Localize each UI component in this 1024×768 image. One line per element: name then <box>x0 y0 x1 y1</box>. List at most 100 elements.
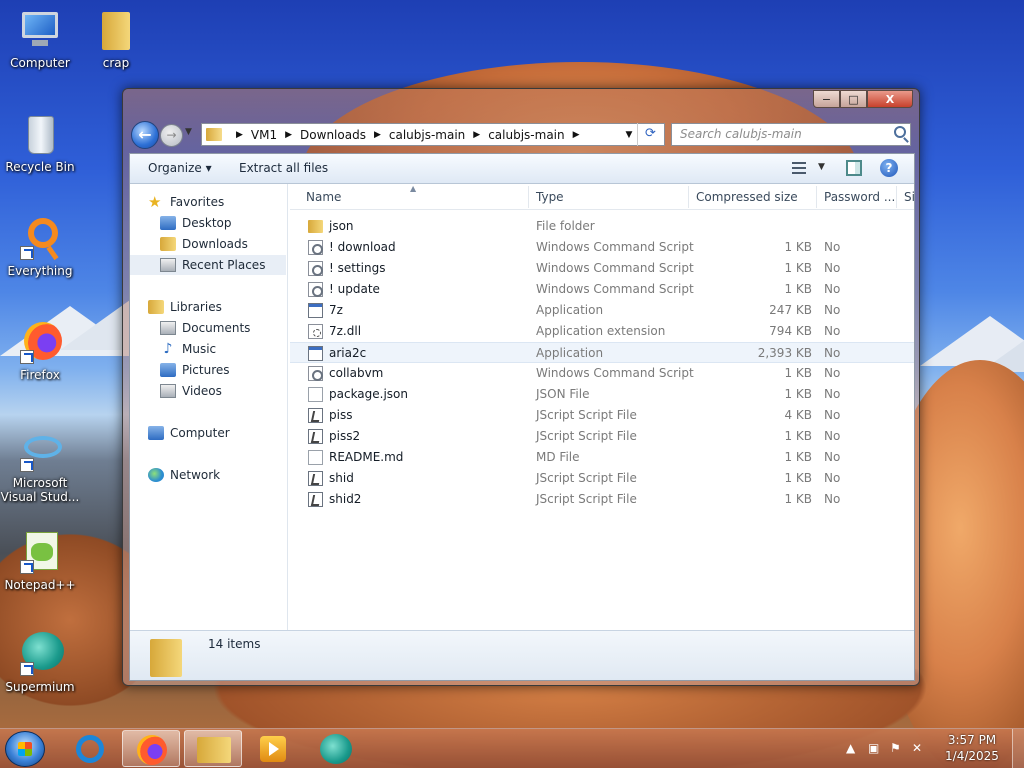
nav-item-desktop[interactable]: Desktop <box>160 213 232 233</box>
dll-file-icon <box>308 324 323 339</box>
nav-network[interactable]: Network <box>148 465 220 485</box>
chevron-right-icon[interactable]: ▶ <box>236 130 243 140</box>
navigation-bar: ← → ▼ ▶ VM1 ▶ Downloads ▶ calubjs-main ▶… <box>129 121 913 149</box>
file-name: package.json <box>329 387 409 401</box>
script-file-icon <box>308 366 323 381</box>
file-name: 7z <box>329 303 343 317</box>
close-button[interactable]: X <box>867 90 913 108</box>
computer-icon <box>148 426 164 440</box>
taskbar-app[interactable] <box>184 730 242 767</box>
file-name: 7z.dll <box>329 324 362 338</box>
explorer-window: − □ X ← → ▼ ▶ VM1 ▶ Downloads ▶ calubjs-… <box>122 88 920 686</box>
extract-all-files-button[interactable]: Extract all files <box>239 161 328 175</box>
file-type: JScript Script File <box>536 492 637 506</box>
desktop-icon-supermium[interactable]: Supermium <box>2 632 78 694</box>
desktop-icon-firefox[interactable]: Firefox <box>2 320 78 382</box>
action-center-flag-icon[interactable]: ⚑ <box>890 741 901 755</box>
desktop-icon-recycle-bin[interactable]: Recycle Bin <box>2 112 78 174</box>
desktop-icon-computer[interactable]: Computer <box>2 8 78 70</box>
preview-pane-icon[interactable] <box>846 160 862 176</box>
file-name: json <box>329 219 354 233</box>
file-type: Windows Command Script <box>536 366 694 380</box>
chevron-right-icon[interactable]: ▶ <box>374 130 381 140</box>
column-header-name[interactable]: Name <box>306 190 341 204</box>
desktop-icon-label: Supermium <box>5 680 75 694</box>
file-type: JScript Script File <box>536 471 637 485</box>
file-row[interactable]: shid JScript Script File 1 KB No <box>290 468 914 489</box>
nav-item-music[interactable]: ♪ Music <box>160 339 217 359</box>
show-desktop-button[interactable] <box>1012 729 1024 768</box>
taskbar-app[interactable] <box>244 730 302 767</box>
clock[interactable]: 3:57 PM 1/4/2025 <box>934 732 1010 764</box>
address-bar[interactable]: ▶ VM1 ▶ Downloads ▶ calubjs-main ▶ calub… <box>201 123 665 146</box>
file-row[interactable]: README.md MD File 1 KB No <box>290 447 914 468</box>
breadcrumb-vm1[interactable]: VM1 <box>251 128 277 142</box>
organize-button[interactable]: Organize ▾ <box>148 161 212 175</box>
chevron-right-icon[interactable]: ▶ <box>285 130 292 140</box>
file-row[interactable]: 7z Application 247 KB No <box>290 300 914 321</box>
chevron-right-icon[interactable]: ▶ <box>473 130 480 140</box>
nav-item-label: Pictures <box>182 363 230 377</box>
file-row[interactable]: shid2 JScript Script File 1 KB No <box>290 489 914 510</box>
start-button[interactable] <box>5 731 45 767</box>
nav-item-videos[interactable]: Videos <box>160 381 222 401</box>
nav-favorites[interactable]: ★ Favorites <box>148 192 224 212</box>
file-type: File folder <box>536 219 595 233</box>
libraries-icon <box>148 300 164 314</box>
taskbar-app[interactable] <box>306 730 364 767</box>
pictures-icon <box>160 363 176 377</box>
view-options-dropdown[interactable]: ▼ <box>818 162 825 172</box>
taskbar-app[interactable] <box>122 730 180 767</box>
back-button[interactable]: ← <box>131 121 159 149</box>
column-header-size[interactable]: Si <box>904 190 915 204</box>
file-row[interactable]: collabvm Windows Command Script 1 KB No <box>290 363 914 384</box>
forward-button[interactable]: → <box>160 124 183 147</box>
desktop-icon-crap[interactable]: crap <box>78 8 154 70</box>
file-row[interactable]: package.json JSON File 1 KB No <box>290 384 914 405</box>
minimize-button[interactable]: − <box>813 90 840 108</box>
desktop-icon-label: Recycle Bin <box>5 160 75 174</box>
column-header-type[interactable]: Type <box>536 190 564 204</box>
file-compressed-size: 1 KB <box>784 450 812 464</box>
speaker-muted-icon[interactable]: ✕ <box>912 741 922 755</box>
nav-libraries[interactable]: Libraries <box>148 297 222 317</box>
script-file-icon <box>308 282 323 297</box>
file-row[interactable]: aria2c Application 2,393 KB No <box>290 342 914 363</box>
taskbar-app[interactable] <box>62 730 120 767</box>
desktop-icon-notepad-plus-plus[interactable]: Notepad++ <box>2 530 78 592</box>
breadcrumb-downloads[interactable]: Downloads <box>300 128 366 142</box>
column-header-password[interactable]: Password ... <box>824 190 895 204</box>
maximize-button[interactable]: □ <box>840 90 867 108</box>
file-row[interactable]: ! update Windows Command Script 1 KB No <box>290 279 914 300</box>
breadcrumb-calubjs-main[interactable]: calubjs-main <box>389 128 465 142</box>
file-row[interactable]: piss2 JScript Script File 1 KB No <box>290 426 914 447</box>
file-row[interactable]: piss JScript Script File 4 KB No <box>290 405 914 426</box>
nav-item-documents[interactable]: Documents <box>160 318 250 338</box>
chevron-right-icon[interactable]: ▶ <box>573 130 580 140</box>
file-row[interactable]: json File folder <box>290 216 914 237</box>
address-dropdown-arrow[interactable]: ▼ <box>622 130 636 140</box>
nav-item-downloads[interactable]: Downloads <box>160 234 248 254</box>
navigation-pane: ★ Favorites Desktop Downloads Recent Plac… <box>130 184 288 680</box>
nav-item-recent-places[interactable]: Recent Places <box>130 255 286 275</box>
column-header-compressed-size[interactable]: Compressed size <box>696 190 798 204</box>
desktop-icon-everything[interactable]: Everything <box>2 216 78 278</box>
desktop-icon-visual-studio[interactable]: Microsoft Visual Stud... <box>0 428 80 504</box>
show-hidden-icons-arrow[interactable]: ▲ <box>846 741 855 755</box>
file-row[interactable]: 7z.dll Application extension 794 KB No <box>290 321 914 342</box>
nav-item-pictures[interactable]: Pictures <box>160 360 230 380</box>
refresh-icon[interactable]: ⟳ <box>637 123 663 146</box>
recent-pages-dropdown[interactable]: ▼ <box>185 127 192 137</box>
file-row[interactable]: ! download Windows Command Script 1 KB No <box>290 237 914 258</box>
search-input[interactable]: Search calubjs-main <box>671 123 911 146</box>
js-file-icon <box>308 408 323 423</box>
help-icon[interactable]: ? <box>880 159 898 177</box>
file-row[interactable]: ! settings Windows Command Script 1 KB No <box>290 258 914 279</box>
change-view-icon[interactable] <box>792 159 810 179</box>
nav-computer[interactable]: Computer <box>148 423 230 443</box>
file-name: README.md <box>329 450 404 464</box>
network-icon[interactable]: ▣ <box>868 741 879 755</box>
file-type: JScript Script File <box>536 429 637 443</box>
file-type: Application extension <box>536 324 666 338</box>
breadcrumb-calubjs-main-current[interactable]: calubjs-main <box>488 128 564 142</box>
